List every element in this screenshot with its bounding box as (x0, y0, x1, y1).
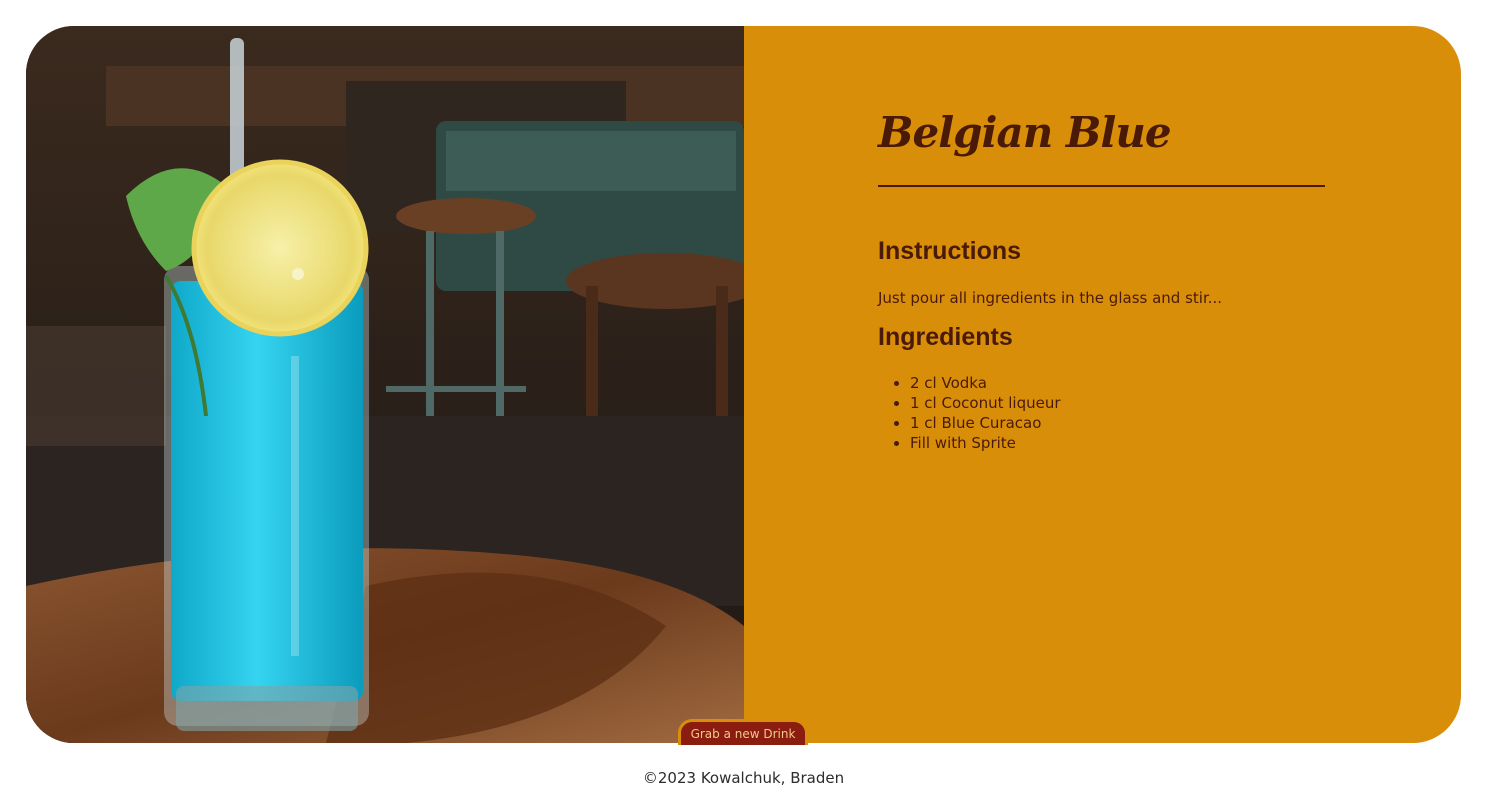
recipe-panel: Belgian Blue Instructions Just pour all … (744, 26, 1461, 743)
ingredients-list: 2 cl Vodka 1 cl Coconut liqueur 1 cl Blu… (878, 373, 1061, 453)
instructions-heading: Instructions (878, 237, 1022, 265)
drink-card: Belgian Blue Instructions Just pour all … (26, 26, 1461, 743)
ingredient-item: 2 cl Vodka (910, 373, 1061, 393)
drink-photo (26, 26, 744, 743)
instructions-text: Just pour all ingredients in the glass a… (878, 289, 1223, 307)
ingredient-item: 1 cl Blue Curacao (910, 413, 1061, 433)
ingredient-item: 1 cl Coconut liqueur (910, 393, 1061, 413)
grab-new-drink-button[interactable]: Grab a new Drink (678, 719, 808, 745)
ingredient-item: Fill with Sprite (910, 433, 1061, 453)
title-divider (878, 185, 1325, 187)
drink-title: Belgian Blue (878, 108, 1172, 157)
ingredients-heading: Ingredients (878, 323, 1013, 351)
footer-copyright: ©2023 Kowalchuk, Braden (642, 769, 845, 787)
